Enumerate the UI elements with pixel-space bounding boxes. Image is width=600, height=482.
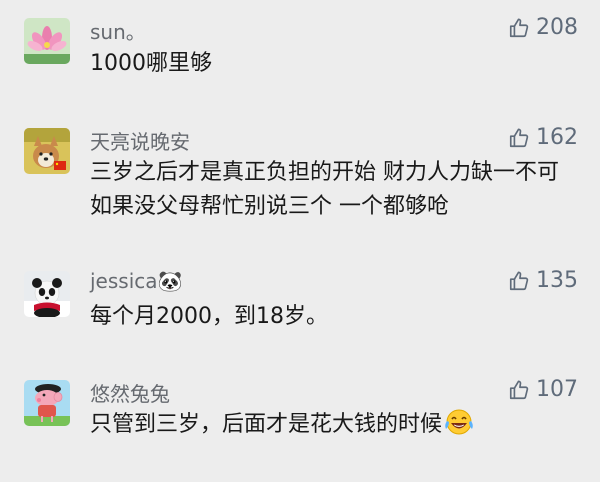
comment-text: 只管到三岁，后面才是花大钱的时候 [90, 412, 443, 437]
thumbs-up-icon [508, 127, 530, 149]
peppa-avatar[interactable] [24, 380, 70, 426]
panda-avatar[interactable] [24, 271, 70, 317]
like-count: 135 [536, 268, 578, 293]
comment-text: 每个月2000，到18岁。 [90, 304, 328, 329]
comment-author[interactable]: sun。 [90, 16, 146, 45]
thumbs-up-icon [508, 270, 530, 292]
comment-text-row: 只管到三岁，后面才是花大钱的时候 [90, 408, 580, 447]
comment-author[interactable]: jessica🐼 [90, 269, 182, 293]
comment-author[interactable]: 天亮说晚安 [90, 126, 190, 155]
like-count: 107 [536, 377, 578, 402]
thumbs-up-icon [508, 379, 530, 401]
comment-text: 三岁之后才是真正负担的开始 财力人力缺一不可 如果没父母帮忙别说三个 一个都够呛 [90, 160, 559, 219]
laughing-crying-emoji [444, 408, 474, 447]
like-button[interactable]: 162 [508, 125, 578, 150]
comment-text: 1000哪里够 [90, 51, 212, 76]
like-button[interactable]: 107 [508, 377, 578, 402]
like-button[interactable]: 135 [508, 268, 578, 293]
like-count: 162 [536, 125, 578, 150]
thumbs-up-icon [508, 17, 530, 39]
comment-author[interactable]: 悠然兔兔 [90, 378, 170, 407]
lotus-flower-avatar[interactable] [24, 18, 70, 64]
dog-with-flag-avatar[interactable] [24, 128, 70, 174]
like-count: 208 [536, 15, 578, 40]
like-button[interactable]: 208 [508, 15, 578, 40]
